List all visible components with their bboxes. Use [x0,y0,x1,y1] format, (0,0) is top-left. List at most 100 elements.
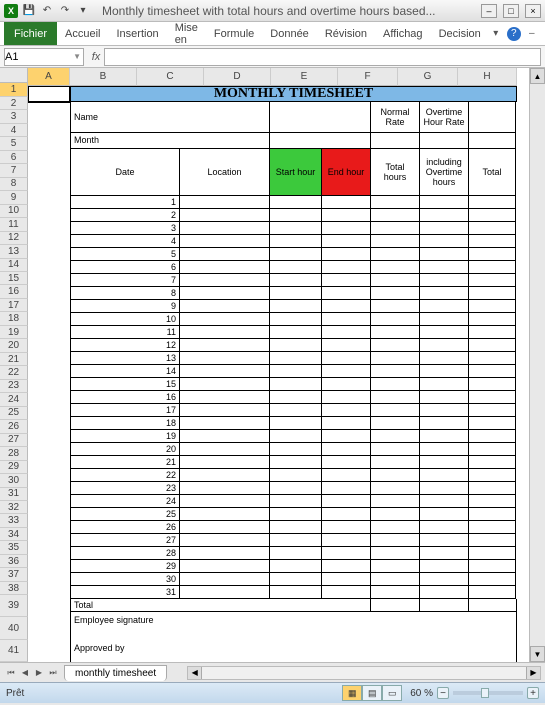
day-total-hours[interactable] [371,261,420,274]
row-header[interactable]: 6 [0,151,28,164]
day-date[interactable]: 15 [71,378,180,391]
col-header[interactable]: D [204,68,271,86]
day-end[interactable] [322,196,371,209]
day-total[interactable] [469,521,516,534]
day-location[interactable] [180,391,270,404]
overtime-rate-value[interactable] [420,133,469,149]
row-header[interactable]: 24 [0,393,28,406]
row-header[interactable]: 16 [0,285,28,298]
day-location[interactable] [180,573,270,586]
day-total[interactable] [469,547,516,560]
view-normal-icon[interactable]: ▦ [342,685,362,701]
day-total-hours[interactable] [371,378,420,391]
redo-icon[interactable]: ↷ [58,4,72,18]
day-location[interactable] [180,417,270,430]
day-location[interactable] [180,404,270,417]
sheet-tab[interactable]: monthly timesheet [64,665,167,681]
day-total-hours[interactable] [371,482,420,495]
select-all-corner[interactable] [0,68,28,83]
day-start[interactable] [270,235,322,248]
day-date[interactable]: 1 [71,196,180,209]
name-box[interactable]: A1 ▼ [4,48,84,66]
day-date[interactable]: 29 [71,560,180,573]
day-ot-hours[interactable] [420,196,469,209]
row-header[interactable]: 29 [0,461,28,474]
day-end[interactable] [322,287,371,300]
day-end[interactable] [322,534,371,547]
day-date[interactable]: 28 [71,547,180,560]
day-end[interactable] [322,222,371,235]
row-header[interactable]: 30 [0,474,28,487]
row-header[interactable]: 10 [0,205,28,218]
day-end[interactable] [322,586,371,599]
day-total-hours[interactable] [371,430,420,443]
file-tab[interactable]: Fichier [4,22,57,45]
day-ot-hours[interactable] [420,222,469,235]
day-total[interactable] [469,365,516,378]
day-location[interactable] [180,547,270,560]
day-ot-hours[interactable] [420,482,469,495]
day-date[interactable]: 30 [71,573,180,586]
day-total-hours[interactable] [371,274,420,287]
day-ot-hours[interactable] [420,573,469,586]
day-total-hours[interactable] [371,248,420,261]
namebox-dropdown-icon[interactable]: ▼ [73,52,83,61]
day-ot-hours[interactable] [420,261,469,274]
day-location[interactable] [180,482,270,495]
day-start[interactable] [270,534,322,547]
day-end[interactable] [322,443,371,456]
day-ot-hours[interactable] [420,521,469,534]
minimize-button[interactable]: – [481,4,497,18]
hscroll-track[interactable] [202,667,526,679]
tab-home[interactable]: Accueil [57,22,108,45]
day-start[interactable] [270,469,322,482]
tab-formulas[interactable]: Formule [206,22,262,45]
day-ot-hours[interactable] [420,365,469,378]
day-total-hours[interactable] [371,209,420,222]
day-end[interactable] [322,313,371,326]
close-button[interactable]: × [525,4,541,18]
day-end[interactable] [322,391,371,404]
row-header[interactable]: 3 [0,110,28,123]
tab-view[interactable]: Affichag [375,22,431,45]
day-total[interactable] [469,456,516,469]
day-total-hours[interactable] [371,352,420,365]
day-total-hours[interactable] [371,456,420,469]
day-end[interactable] [322,326,371,339]
day-location[interactable] [180,339,270,352]
day-start[interactable] [270,313,322,326]
zoom-level[interactable]: 60 % [410,688,433,699]
scroll-up-icon[interactable]: ▲ [530,68,545,84]
day-ot-hours[interactable] [420,300,469,313]
row-header[interactable]: 18 [0,312,28,325]
col-header[interactable]: H [458,68,517,86]
day-end[interactable] [322,209,371,222]
day-total[interactable] [469,378,516,391]
day-date[interactable]: 26 [71,521,180,534]
day-start[interactable] [270,586,322,599]
row-header[interactable]: 1 [0,83,28,96]
day-location[interactable] [180,261,270,274]
day-end[interactable] [322,235,371,248]
day-location[interactable] [180,378,270,391]
day-location[interactable] [180,300,270,313]
day-date[interactable]: 17 [71,404,180,417]
row-header[interactable]: 38 [0,582,28,595]
cell-a1[interactable] [28,86,70,102]
tab-data[interactable]: Donnée [262,22,317,45]
row-header[interactable]: 19 [0,326,28,339]
row-header[interactable]: 20 [0,339,28,352]
zoom-out-button[interactable]: − [437,687,449,699]
col-header[interactable]: G [398,68,458,86]
day-date[interactable]: 25 [71,508,180,521]
day-total[interactable] [469,482,516,495]
day-location[interactable] [180,209,270,222]
day-location[interactable] [180,469,270,482]
row-header[interactable]: 13 [0,245,28,258]
tab-review[interactable]: Révision [317,22,375,45]
day-total-hours[interactable] [371,313,420,326]
day-ot-hours[interactable] [420,508,469,521]
day-date[interactable]: 13 [71,352,180,365]
day-start[interactable] [270,300,322,313]
day-start[interactable] [270,196,322,209]
